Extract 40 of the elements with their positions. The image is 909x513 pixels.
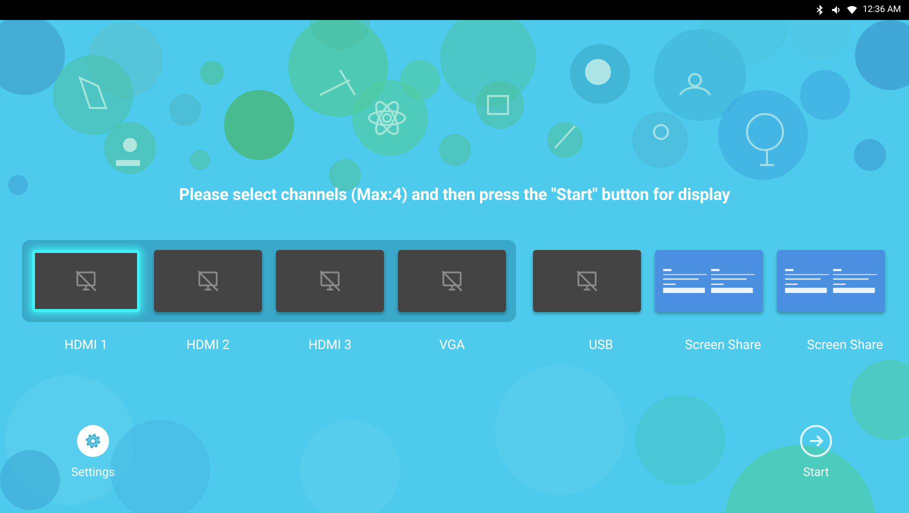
volume-icon	[830, 5, 841, 15]
channel-label: HDMI 3	[307, 338, 353, 353]
bluetooth-icon	[814, 5, 825, 15]
bubble	[200, 61, 224, 85]
clock-time: 12:36 AM	[862, 5, 901, 15]
bubble	[855, 20, 909, 90]
channel-tile[interactable]	[32, 250, 140, 312]
channel-label: HDMI 2	[185, 338, 231, 353]
bubble	[439, 134, 471, 166]
bubble	[224, 90, 294, 160]
globe-icon	[746, 113, 784, 166]
channel-label: Screen Share	[684, 338, 762, 353]
channel-label: HDMI 1	[63, 338, 109, 353]
channel-label: Screen Share	[806, 338, 884, 353]
settings-button[interactable]	[77, 425, 109, 457]
start-button[interactable]	[800, 425, 832, 457]
channel-tile[interactable]	[154, 250, 262, 312]
monitor-off-icon	[439, 268, 465, 294]
student-icon	[116, 138, 140, 166]
monitor-off-icon	[574, 268, 600, 294]
atom-icon	[368, 101, 406, 135]
channel-label: USB	[588, 338, 614, 353]
monitor-off-icon	[73, 268, 99, 294]
start-label: Start	[803, 465, 829, 479]
channel-tile[interactable]	[398, 250, 506, 312]
bubble	[190, 150, 210, 170]
bubble	[854, 139, 886, 171]
monitor-off-icon	[317, 268, 343, 294]
channel-tile[interactable]	[533, 250, 641, 312]
wifi-icon	[846, 5, 857, 15]
channel-tile[interactable]	[276, 250, 384, 312]
monitor-off-icon	[195, 268, 221, 294]
bubble	[547, 122, 583, 158]
channel-tile[interactable]	[655, 250, 763, 312]
instruction-text: Please select channels (Max:4) and then press the "Start" button for display	[178, 186, 732, 205]
settings-label: Settings	[71, 465, 115, 479]
bubble	[8, 175, 28, 195]
settings-icon	[83, 431, 103, 451]
channel-tile[interactable]	[777, 250, 885, 312]
channel-label: VGA	[438, 338, 466, 353]
